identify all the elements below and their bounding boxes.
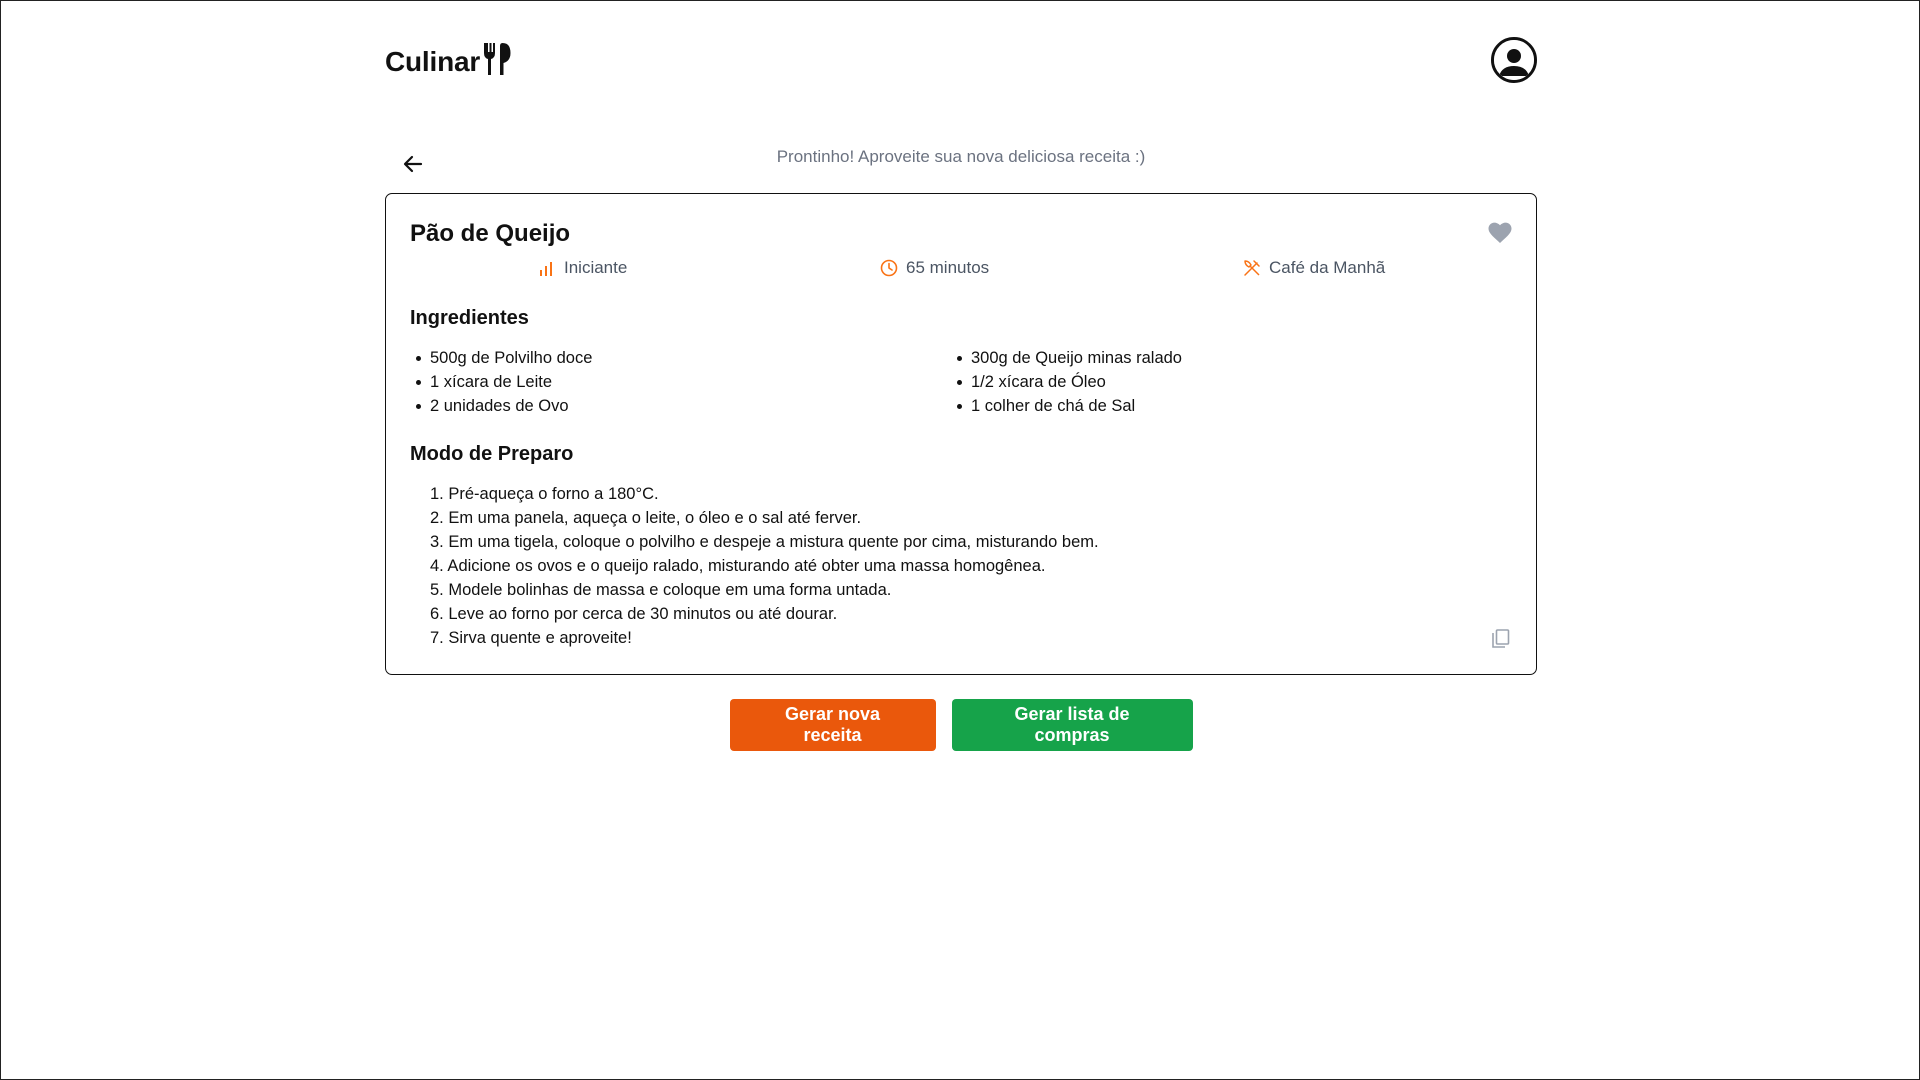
step-item: 2. Em uma panela, aqueça o leite, o óleo…	[430, 509, 862, 527]
category-info: Café da Manhã	[1243, 258, 1385, 278]
app-window: Culinar Prontinho! Aproveite sua nova de…	[0, 0, 1920, 1080]
ingredient-item: 2 unidades de Ovo	[410, 394, 592, 418]
recipe-title: Pão de Queijo	[410, 220, 571, 247]
copy-icon[interactable]	[1490, 628, 1512, 650]
ingredients-list-left: 500g de Polvilho doce 1 xícara de Leite …	[410, 346, 592, 418]
shopping-list-button[interactable]: Gerar lista de compras	[951, 699, 1193, 751]
signal-bars-icon	[540, 262, 552, 276]
step-item: 1. Pré-aqueça o forno a 180°C.	[430, 485, 659, 503]
step-item: 6. Leve ao forno por cerca de 30 minutos…	[430, 605, 838, 623]
ingredient-item: 1 colher de chá de Sal	[951, 394, 1182, 418]
preparation-heading: Modo de Preparo	[410, 443, 574, 465]
brand-logo[interactable]: Culinar	[385, 41, 513, 79]
heart-icon[interactable]	[1488, 222, 1512, 244]
step-item: 5. Modele bolinhas de massa e coloque em…	[430, 581, 892, 599]
time-info: 65 minutos	[880, 258, 989, 278]
action-buttons: Gerar nova receita Gerar lista de compra…	[1, 699, 1920, 751]
ingredients-heading: Ingredientes	[410, 307, 529, 329]
ingredient-item: 500g de Polvilho doce	[410, 346, 592, 370]
ingredients-list-right: 300g de Queijo minas ralado 1/2 xícara d…	[951, 346, 1182, 418]
preparation-steps: 1. Pré-aqueça o forno a 180°C. 2. Em uma…	[430, 482, 1099, 650]
step-item: 4. Adicione os ovos e o queijo ralado, m…	[430, 557, 1046, 575]
step-item: 3. Em uma tigela, coloque o polvilho e d…	[430, 533, 1099, 551]
brand-name: Culinar	[385, 46, 481, 77]
fork-spoon-icon	[484, 43, 511, 75]
difficulty-label: Iniciante	[564, 258, 628, 277]
ingredient-item: 1/2 xícara de Óleo	[951, 370, 1182, 394]
utensils-crossed-icon	[1244, 260, 1260, 276]
ingredient-item: 1 xícara de Leite	[410, 370, 592, 394]
clock-icon	[880, 259, 898, 277]
success-message: Prontinho! Aproveite sua nova deliciosa …	[776, 147, 1146, 166]
difficulty-info: Iniciante	[538, 258, 627, 278]
category-label: Café da Manhã	[1269, 258, 1386, 277]
new-recipe-button[interactable]: Gerar nova receita	[729, 699, 936, 751]
ingredient-item: 300g de Queijo minas ralado	[951, 346, 1182, 370]
user-circle-icon[interactable]	[1491, 37, 1537, 83]
time-label: 65 minutos	[906, 258, 990, 277]
header: Culinar	[385, 37, 1537, 83]
recipe-card: Pão de Queijo Iniciante 65 minutos Café …	[385, 193, 1537, 675]
step-item: 7. Sirva quente e aproveite!	[430, 629, 632, 647]
